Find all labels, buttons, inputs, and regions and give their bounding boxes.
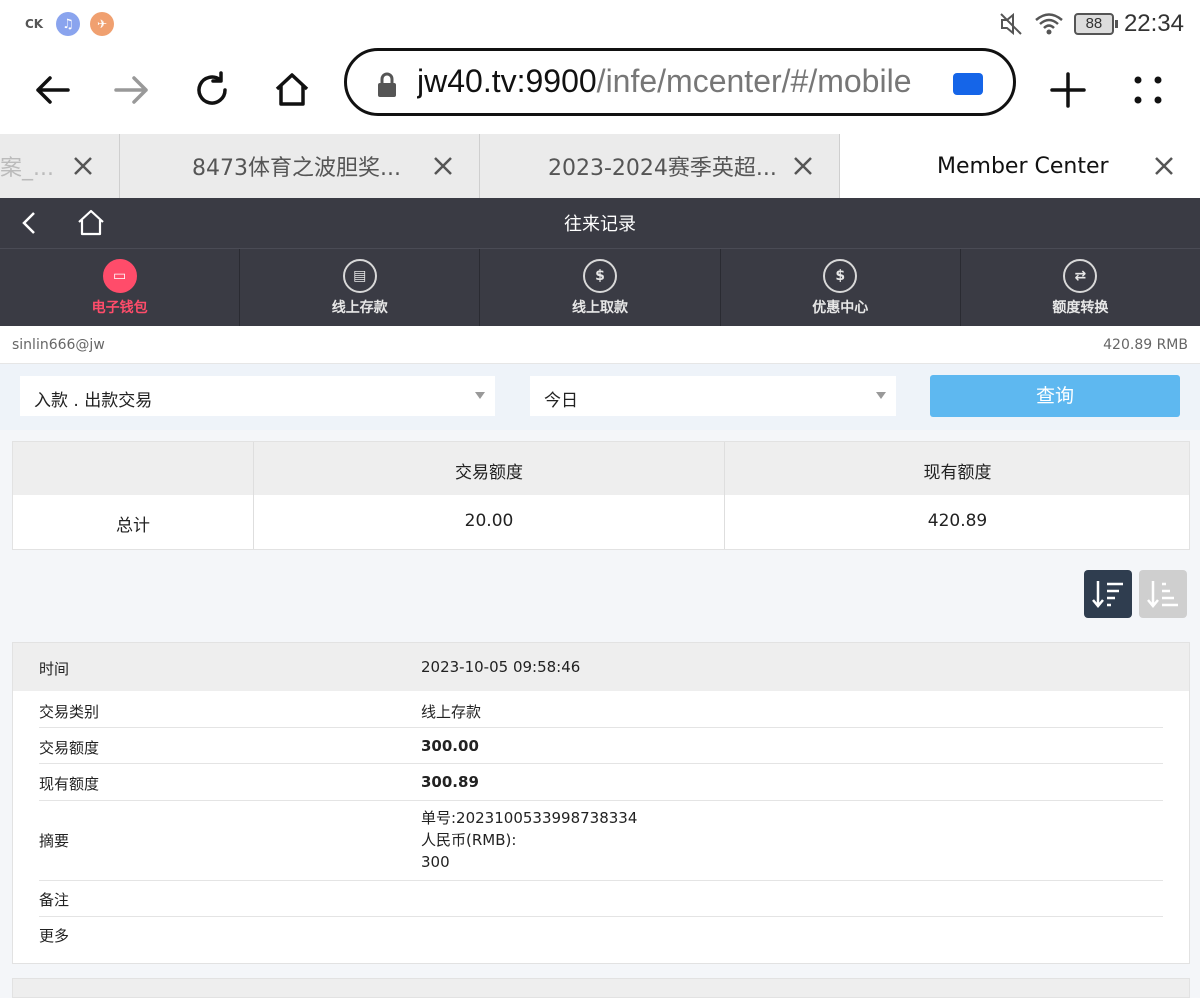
wallet-icon: ▭: [102, 258, 137, 293]
record-row-amount: 交易额度 300.00: [39, 728, 1163, 764]
record-header: 时间 2023-10-05 09:58:46: [13, 643, 1189, 691]
close-icon[interactable]: [1150, 152, 1178, 180]
plus-icon: [1050, 72, 1086, 108]
bird-icon: ✈: [90, 12, 114, 36]
record-row-more[interactable]: 更多: [39, 917, 1163, 953]
back-button[interactable]: [24, 62, 80, 118]
record-row-note: 备注: [39, 881, 1163, 917]
address-bar[interactable]: jw40.tv:9900/infe/mcenter/#/mobile: [344, 48, 1016, 116]
deposit-icon: ▤: [342, 258, 377, 293]
summary-current-amount: 420.89: [927, 511, 988, 531]
tab-member-center[interactable]: Member Center: [840, 134, 1200, 198]
nav-transfer[interactable]: ⇄ 额度转换: [961, 249, 1200, 326]
mute-icon: [1000, 12, 1022, 36]
tab-3[interactable]: 2023-2024赛季英超...: [480, 134, 840, 198]
tab-strip: 案_... 8473体育之波胆奖... 2023-2024赛季英超... Mem…: [0, 134, 1200, 198]
record-row-summary: 摘要 单号:2023100533998738334 人民币(RMB): 300: [39, 801, 1163, 881]
page-title: 往来记录: [564, 214, 636, 235]
sort-desc-icon: [1092, 581, 1123, 608]
time-label: 时间: [39, 660, 70, 678]
summary-row-label: 总计: [116, 516, 150, 536]
music-icon: ♫: [56, 12, 80, 36]
reload-icon: [197, 71, 227, 105]
cast-icon[interactable]: [953, 73, 983, 95]
nav-wallet[interactable]: ▭ 电子钱包: [0, 249, 241, 326]
summary-header-trade: 交易额度: [455, 463, 523, 483]
dropdown-arrow-icon: [876, 392, 886, 399]
wifi-icon: [1035, 13, 1063, 35]
balance: 420.89 RMB: [1103, 337, 1188, 353]
tab-1[interactable]: 案_...: [0, 134, 120, 198]
ck-icon: CK: [22, 12, 46, 36]
battery-indicator: 88: [1073, 13, 1118, 35]
sort-desc-button[interactable]: [1084, 570, 1132, 618]
date-select[interactable]: 今日: [530, 376, 896, 416]
reload-button[interactable]: [184, 62, 240, 118]
record-row-type: 交易类别 线上存款: [39, 691, 1163, 728]
summary-lines: 单号:2023100533998738334 人民币(RMB): 300: [421, 809, 638, 871]
next-record-card: [12, 978, 1190, 998]
account-bar: sinlin666@jw 420.89 RMB: [0, 326, 1200, 364]
record-row-balance: 现有额度 300.89: [39, 764, 1163, 801]
time-value: 2023-10-05 09:58:46: [421, 658, 581, 676]
tab-2[interactable]: 8473体育之波胆奖...: [120, 134, 480, 198]
close-icon[interactable]: [69, 152, 97, 180]
transaction-record: 时间 2023-10-05 09:58:46 交易类别 线上存款 交易额度 30…: [12, 642, 1190, 964]
sort-asc-icon: [1147, 581, 1178, 608]
close-icon[interactable]: [429, 152, 457, 180]
transfer-icon: ⇄: [1063, 258, 1098, 293]
nav-deposit[interactable]: ▤ 线上存款: [240, 249, 481, 326]
home-button[interactable]: [264, 62, 320, 118]
withdraw-icon: $: [583, 258, 617, 293]
nav-promo[interactable]: $ 优惠中心: [721, 249, 961, 326]
lock-icon: [378, 72, 396, 97]
new-tab-button[interactable]: [1040, 62, 1096, 118]
summary-table: 交易额度 现有额度 总计 20.00 420.89: [12, 441, 1190, 550]
dropdown-arrow-icon: [475, 392, 485, 399]
url-text: jw40.tv:9900/infe/mcenter/#/mobile: [417, 63, 912, 99]
arrow-left-icon: [36, 76, 70, 104]
summary-trade-amount: 20.00: [464, 511, 514, 531]
promo-icon: $: [823, 258, 858, 293]
close-icon[interactable]: [789, 152, 817, 180]
nav-withdraw[interactable]: $ 线上取款: [480, 249, 721, 326]
clock: 22:34: [1123, 10, 1184, 37]
menu-button[interactable]: [1120, 62, 1176, 118]
arrow-right-icon: [114, 76, 148, 104]
member-nav: ▭ 电子钱包 ▤ 线上存款 $ 线上取款 $ 优惠中心 ⇄ 额度转换: [0, 248, 1200, 326]
type-select[interactable]: 入款 . 出款交易: [20, 376, 495, 416]
summary-header-current: 现有额度: [923, 463, 992, 483]
query-button[interactable]: 查询: [930, 375, 1180, 417]
sort-asc-button[interactable]: [1139, 570, 1187, 618]
forward-button[interactable]: [104, 62, 160, 118]
app-header: 往来记录: [0, 198, 1200, 248]
browser-toolbar: jw40.tv:9900/infe/mcenter/#/mobile: [0, 48, 1200, 134]
home-icon: [275, 73, 309, 106]
status-bar: CK ♫ ✈ 88 22:34: [0, 0, 1200, 48]
username: sinlin666@jw: [12, 337, 105, 353]
more-grid-icon: [1134, 76, 1162, 104]
filter-bar: 入款 . 出款交易 今日 查询: [0, 364, 1200, 430]
